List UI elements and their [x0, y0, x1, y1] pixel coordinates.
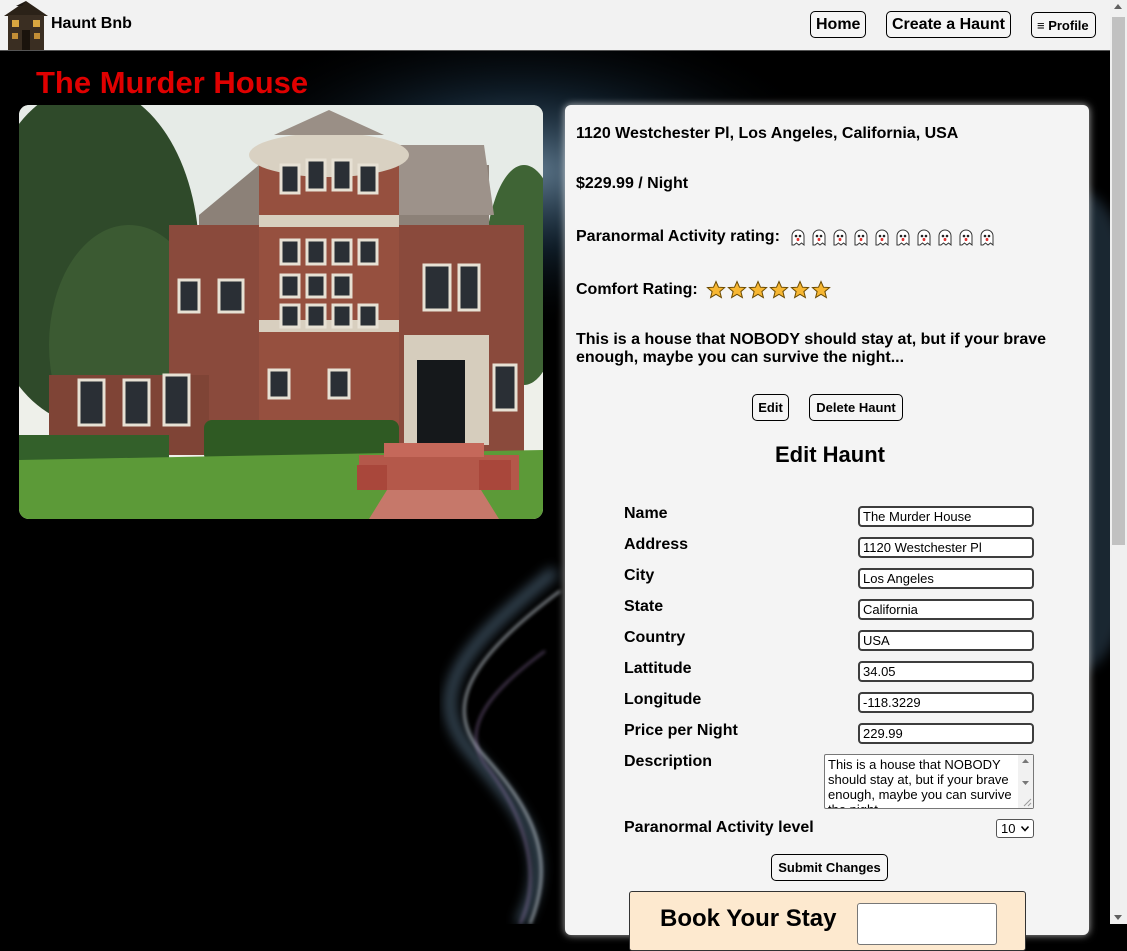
latitude-field[interactable]	[858, 661, 1034, 682]
listing-details-panel: 1120 Westchester Pl, Los Angeles, Califo…	[565, 105, 1089, 951]
ghost-icon	[875, 229, 889, 247]
paranormal-rating-label: Paranormal Activity rating:	[576, 228, 780, 246]
edit-haunt-heading: Edit Haunt	[775, 442, 885, 467]
paranormal-level-label: Paranormal Activity level	[624, 819, 814, 836]
booking-card: Book Your Stay	[629, 891, 1026, 951]
city-field[interactable]	[858, 568, 1034, 589]
price-field[interactable]	[858, 723, 1034, 744]
state-label: State	[624, 598, 664, 615]
ghost-icon	[980, 229, 994, 247]
star-icon	[706, 280, 727, 299]
scroll-down-icon[interactable]	[1114, 915, 1122, 920]
navbar: Haunt Bnb Home Create a Haunt ≡ Profile	[0, 0, 1110, 51]
paranormal-level-select[interactable]: 10	[996, 819, 1034, 838]
star-icon	[748, 280, 769, 299]
comfort-rating-label: Comfort Rating:	[576, 281, 698, 299]
price-label: Price per Night	[624, 722, 738, 739]
booking-title: Book Your Stay	[660, 905, 837, 932]
listing-description: This is a house that NOBODY should stay …	[576, 331, 1047, 366]
name-field[interactable]	[858, 506, 1034, 527]
ghost-icon	[812, 229, 826, 247]
star-icon	[727, 280, 748, 299]
ghost-icon	[896, 229, 910, 247]
ghost-icon	[959, 229, 973, 247]
star-icon	[790, 280, 811, 299]
haunted-house-logo-icon[interactable]	[2, 0, 50, 50]
scroll-up-icon[interactable]	[1114, 4, 1122, 9]
star-icon	[769, 280, 790, 299]
country-label: Country	[624, 629, 686, 646]
country-field[interactable]	[858, 630, 1034, 651]
ghost-icon	[938, 229, 952, 247]
scroll-thumb[interactable]	[1112, 17, 1125, 545]
city-label: City	[624, 567, 655, 584]
paranormal-rating-row: Paranormal Activity rating:	[576, 227, 998, 247]
ghost-icon	[833, 229, 847, 247]
longitude-label: Longitude	[624, 691, 702, 708]
create-haunt-button[interactable]: Create a Haunt	[886, 11, 1011, 38]
submit-changes-button[interactable]: Submit Changes	[771, 854, 888, 881]
description-scrollbar[interactable]	[1018, 755, 1033, 808]
booking-date-input[interactable]	[857, 903, 997, 945]
profile-menu-button[interactable]: ≡ Profile	[1031, 12, 1096, 38]
ghost-icon	[917, 229, 931, 247]
brand-name[interactable]: Haunt Bnb	[51, 15, 132, 33]
star-icon	[811, 280, 832, 299]
edit-button[interactable]: Edit	[752, 394, 789, 421]
description-label: Description	[624, 753, 713, 770]
paranormal-rating-icons	[788, 227, 998, 247]
listing-address: 1120 Westchester Pl, Los Angeles, Califo…	[576, 125, 959, 142]
comfort-rating-icons	[706, 280, 832, 300]
longitude-field[interactable]	[858, 692, 1034, 713]
ghost-icon	[854, 229, 868, 247]
name-label: Name	[624, 505, 668, 522]
listing-title: The Murder House	[36, 65, 309, 100]
address-field[interactable]	[858, 537, 1034, 558]
delete-haunt-button[interactable]: Delete Haunt	[809, 394, 903, 421]
home-button[interactable]: Home	[810, 11, 866, 38]
chevron-down-icon	[1021, 826, 1029, 832]
latitude-label: Lattitude	[624, 660, 692, 677]
listing-photo	[19, 105, 543, 519]
page-scrollbar[interactable]	[1110, 0, 1127, 924]
comfort-rating-row: Comfort Rating:	[576, 280, 832, 300]
state-field[interactable]	[858, 599, 1034, 620]
address-label: Address	[624, 536, 689, 553]
ghost-icon	[791, 229, 805, 247]
description-field[interactable]: This is a house that NOBODY should stay …	[824, 754, 1034, 809]
listing-price: $229.99 / Night	[576, 175, 689, 192]
paranormal-level-value: 10	[1001, 821, 1016, 836]
